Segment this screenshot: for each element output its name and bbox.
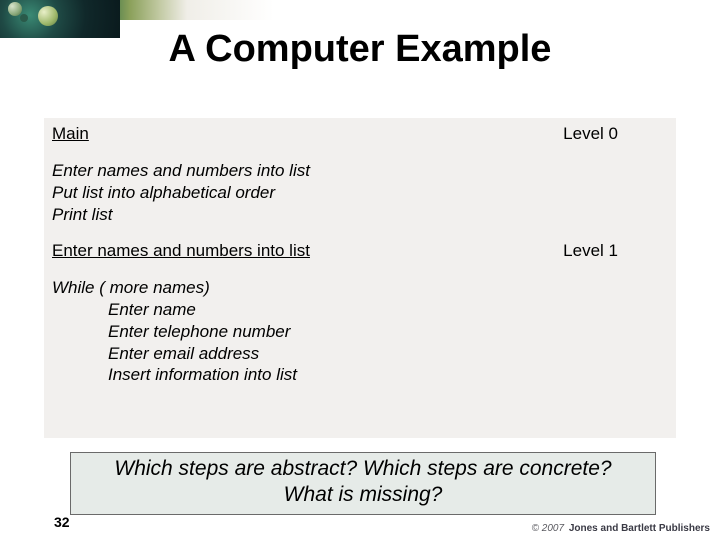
section-1-level: Level 1: [563, 225, 676, 261]
section-1-step: Enter name: [52, 299, 676, 321]
section-0-level: Level 0: [563, 118, 676, 144]
section-1-while: While ( more names): [52, 277, 676, 299]
question-line-1: Which steps are abstract? Which steps ar…: [75, 456, 651, 482]
slide-title: A Computer Example: [0, 28, 720, 71]
section-1-body: While ( more names) Enter name Enter tel…: [44, 261, 676, 386]
copyright: © 2007 Jones and Bartlett Publishers: [532, 523, 710, 534]
section-0-line: Enter names and numbers into list: [52, 160, 676, 182]
question-box: Which steps are abstract? Which steps ar…: [70, 452, 656, 515]
copyright-year: © 2007: [532, 523, 564, 534]
content-box: Main Level 0 Enter names and numbers int…: [44, 118, 676, 438]
section-1-step: Enter email address: [52, 343, 676, 365]
section-0-line: Put list into alphabetical order: [52, 182, 676, 204]
section-1-step: Enter telephone number: [52, 321, 676, 343]
copyright-publisher: Jones and Bartlett Publishers: [569, 523, 710, 534]
section-0-line: Print list: [52, 204, 676, 226]
page-number: 32: [54, 514, 70, 530]
section-0-heading: Main: [44, 118, 89, 144]
slide: A Computer Example Main Level 0 Enter na…: [0, 0, 720, 540]
question-line-2: What is missing?: [75, 482, 651, 508]
section-1-step: Insert information into list: [52, 364, 676, 386]
section-0-body: Enter names and numbers into list Put li…: [44, 144, 676, 225]
section-0-header-row: Main Level 0: [44, 118, 676, 144]
section-1-header-row: Enter names and numbers into list Level …: [44, 225, 676, 261]
section-1-heading: Enter names and numbers into list: [44, 225, 310, 261]
